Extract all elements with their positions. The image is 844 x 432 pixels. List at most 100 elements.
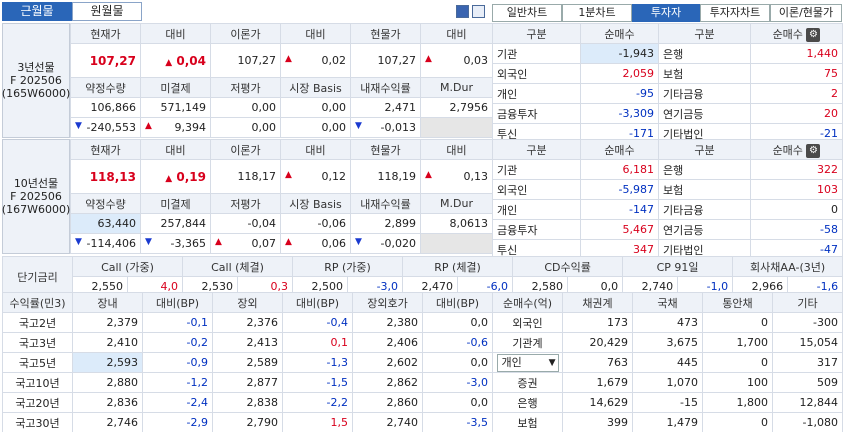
tab-investor[interactable]: 투자자 xyxy=(632,4,700,22)
fut3-h2-4: 내재수익률 xyxy=(350,77,421,98)
fut10-under-chg: 0,07 xyxy=(251,237,277,250)
up-triangle-icon: ▲ xyxy=(425,170,432,180)
fut10-mdur: 8,0613 xyxy=(420,213,493,234)
fut3-iy-chg-cell: ▼ -0,013 xyxy=(350,117,421,138)
inv3-r2-3: 2 xyxy=(750,83,843,104)
fut10-h1-0: 현재가 xyxy=(70,139,141,160)
fut10-h1-4: 현물가 xyxy=(350,139,421,160)
bond-r4-4: 12,844 xyxy=(772,392,843,413)
fut10-iy: 2,899 xyxy=(350,213,421,234)
bond-r3-3: 100 xyxy=(702,372,773,393)
tab-1min-chart[interactable]: 1분차트 xyxy=(562,4,632,22)
bond-r2-1: 763 xyxy=(562,352,633,373)
tab-investor-chart[interactable]: 투자자차트 xyxy=(700,4,770,22)
top-bar: 근월물 원월물 일반차트 1분차트 투자자 투자자차트 이론/현물가 xyxy=(0,0,844,22)
yield-r0-3: 2,376 xyxy=(212,312,283,333)
yield-r2-5: 2,602 xyxy=(352,352,423,373)
fut10-oi: 257,844 xyxy=(140,213,211,234)
layout-split-icon[interactable] xyxy=(456,5,469,18)
yield-r2-0: 국고5년 xyxy=(2,352,73,373)
yield-h0: 수익률(민3) xyxy=(2,292,73,313)
gear-icon[interactable]: ⚙ xyxy=(806,27,821,42)
fut3-table: 현재가 대비 이론가 대비 현물가 대비 107,27 ▲ 0,04 107,2… xyxy=(70,23,493,138)
yield-r0-0: 국고2년 xyxy=(2,312,73,333)
investor-select[interactable]: 개인 ▼ xyxy=(496,353,559,372)
yield-r4-4: -2,2 xyxy=(282,392,353,413)
inv3-r0-1: -1,943 xyxy=(580,43,659,64)
inv10-table: 구분 순매수 구분 순매수 ⚙ 기관 6,181 은행 322 외국인 -5,987 보험… xyxy=(492,139,843,260)
fut3-change: 0,04 xyxy=(176,53,206,68)
bond-r5-4: -1,080 xyxy=(772,412,843,432)
fut3-volume: 106,866 xyxy=(70,97,141,118)
inv3-r1-1: 2,059 xyxy=(580,63,659,84)
yield-h3: 장외 xyxy=(212,292,283,313)
fut10-sub: (167W6000) xyxy=(1,203,71,216)
fut3-h2-1: 미결제 xyxy=(140,77,211,98)
fut3-vol-chg: -240,553 xyxy=(86,121,136,134)
inv10-r2-3: 0 xyxy=(750,199,843,220)
inv3-h2: 구분 xyxy=(658,23,751,44)
gear-icon[interactable]: ⚙ xyxy=(806,143,821,158)
up-triangle-icon: ▲ xyxy=(425,54,432,64)
fut10-h2-0: 약정수량 xyxy=(70,193,141,214)
fut10-h2-2: 저평가 xyxy=(210,193,281,214)
down-triangle-icon: ▼ xyxy=(145,237,152,247)
yield-h2: 대비(BP) xyxy=(142,292,213,313)
yield-r4-2: -2,4 xyxy=(142,392,213,413)
inv10-r3-2: 연기금등 xyxy=(658,219,751,240)
yield-r5-1: 2,746 xyxy=(72,412,143,432)
fut10-empty xyxy=(420,233,493,254)
tab-far-month[interactable]: 원월물 xyxy=(72,2,142,21)
fut10-spot-chg: 0,13 xyxy=(463,170,489,183)
tab-near-month[interactable]: 근월물 xyxy=(2,2,72,21)
yield-h1: 장내 xyxy=(72,292,143,313)
fut3-oi: 571,149 xyxy=(140,97,211,118)
inv3-r0-0: 기관 xyxy=(492,43,581,64)
bond-r0-1: 173 xyxy=(562,312,633,333)
fut10-under-chg-cell: ▲ 0,07 xyxy=(210,233,281,254)
inv3-table: 구분 순매수 구분 순매수 ⚙ 기관 -1,943 은행 1,440 외국인 2,059… xyxy=(492,23,843,144)
fut3-spot-chg-cell: ▲ 0,03 xyxy=(420,43,493,78)
fut3-basis: 0,00 xyxy=(280,97,351,118)
inv10-r0-0: 기관 xyxy=(492,159,581,180)
bond-r5-2: 1,479 xyxy=(632,412,703,432)
table-row: 증권 1,679 1,070 100 509 xyxy=(492,372,843,393)
bond-r4-3: 1,800 xyxy=(702,392,773,413)
bond-r5-1: 399 xyxy=(562,412,633,432)
bond-r0-0: 외국인 xyxy=(492,312,563,333)
up-triangle-icon: ▲ xyxy=(165,57,173,68)
fut10-table: 현재가 대비 이론가 대비 현물가 대비 118,13 ▲ 0,19 118,1… xyxy=(70,139,493,254)
inv3-r3-0: 금융투자 xyxy=(492,103,581,124)
bond-r0-2: 473 xyxy=(632,312,703,333)
bond-investor-select-cell: 개인 ▼ xyxy=(492,352,563,373)
up-triangle-icon: ▲ xyxy=(215,237,222,247)
inv3-h3-cell: 순매수 ⚙ xyxy=(750,23,843,44)
yield-r3-0: 국고10년 xyxy=(2,372,73,393)
yield-r5-5: 2,740 xyxy=(352,412,423,432)
fut10-change-cell: ▲ 0,19 xyxy=(140,159,211,194)
inv10-r3-0: 금융투자 xyxy=(492,219,581,240)
tab-general-chart[interactable]: 일반차트 xyxy=(492,4,562,22)
fut10-under: -0,04 xyxy=(210,213,281,234)
yield-r2-2: -0,9 xyxy=(142,352,213,373)
yield-h6: 대비(BP) xyxy=(422,292,493,313)
up-triangle-icon: ▲ xyxy=(165,173,173,184)
yield-r1-1: 2,410 xyxy=(72,332,143,353)
fut10-h2-3: 시장 Basis xyxy=(280,193,351,214)
inv10-r1-1: -5,987 xyxy=(580,179,659,200)
fut10-label: 10년선물 F 202506 (167W6000) xyxy=(2,139,70,254)
tab-theory-spot[interactable]: 이론/현물가 xyxy=(770,4,842,22)
fut3-h2-5: M.Dur xyxy=(420,77,493,98)
chevron-down-icon[interactable]: ▼ xyxy=(549,355,556,371)
table-row: 보험 399 1,479 0 -1,080 xyxy=(492,412,843,432)
yield-r3-2: -1,2 xyxy=(142,372,213,393)
fut10-h1-5: 대비 xyxy=(420,139,493,160)
fut3-theory-chg-cell: ▲ 0,02 xyxy=(280,43,351,78)
layout-single-icon[interactable] xyxy=(472,5,485,18)
bond-r3-4: 509 xyxy=(772,372,843,393)
yield-r4-3: 2,838 xyxy=(212,392,283,413)
fut3-empty xyxy=(420,117,493,138)
inv3-h3: 순매수 xyxy=(772,27,803,41)
fut10-h2-4: 내재수익률 xyxy=(350,193,421,214)
inv10-r0-3: 322 xyxy=(750,159,843,180)
